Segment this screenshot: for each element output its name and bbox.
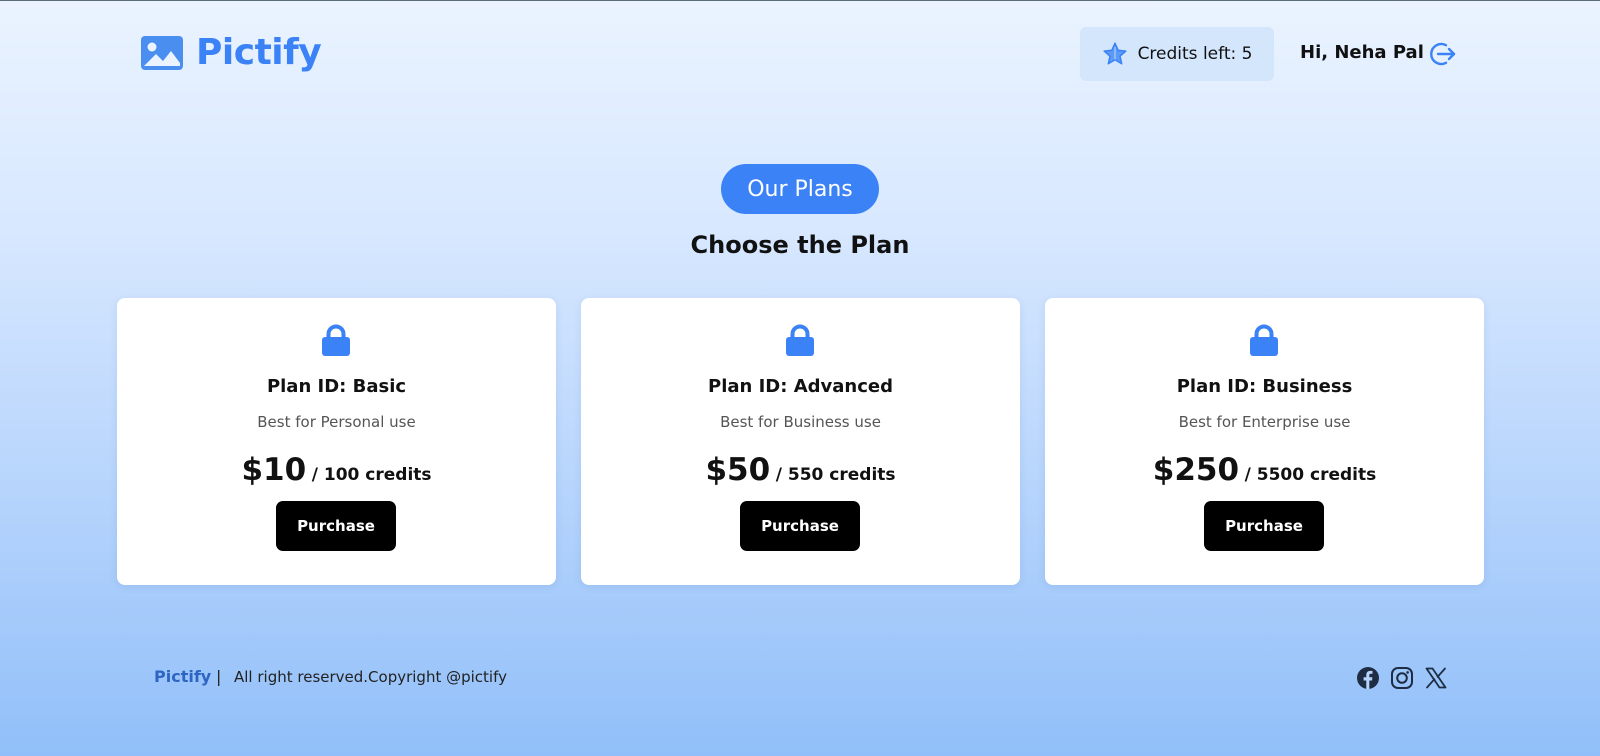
- credits-label: Credits left: 5: [1137, 44, 1253, 64]
- footer-separator: |: [216, 667, 222, 686]
- purchase-button-basic[interactable]: Purchase: [276, 501, 396, 551]
- facebook-icon: [1357, 667, 1379, 689]
- brand-logo[interactable]: Pictify: [140, 32, 322, 73]
- facebook-link[interactable]: [1356, 666, 1380, 690]
- price-credits: / 5500 credits: [1244, 465, 1377, 485]
- lock-icon: [321, 324, 351, 356]
- plan-price: $250 / 5500 credits: [1045, 452, 1484, 488]
- plan-id: Plan ID: Business: [1176, 376, 1353, 397]
- plan-id: Plan ID: Advanced: [708, 376, 893, 397]
- footer-brand[interactable]: Pictify: [154, 667, 211, 686]
- credits-button[interactable]: Credits left: 5: [1080, 27, 1274, 81]
- lock-icon: [1249, 324, 1279, 356]
- logout-button[interactable]: [1429, 40, 1457, 68]
- plan-description: Best for Personal use: [257, 413, 416, 431]
- price-amount: $250: [1152, 452, 1240, 488]
- plan-card-basic: Plan ID: Basic Best for Personal use $10…: [117, 298, 556, 585]
- our-plans-badge: Our Plans: [721, 164, 879, 214]
- plans-list: Plan ID: Basic Best for Personal use $10…: [117, 298, 1484, 585]
- star-icon: [1102, 42, 1127, 65]
- price-credits: / 100 credits: [311, 465, 432, 485]
- purchase-button-advanced[interactable]: Purchase: [740, 501, 860, 551]
- header: Pictify Credits left: 5 Hi, Neha Pal: [0, 1, 1600, 107]
- purchase-button-business[interactable]: Purchase: [1204, 501, 1324, 551]
- plan-price: $50 / 550 credits: [581, 452, 1020, 488]
- plan-id: Plan ID: Basic: [266, 376, 407, 397]
- page-title: Choose the Plan: [690, 231, 910, 259]
- plan-description: Best for Business use: [720, 413, 881, 431]
- x-icon: [1425, 667, 1447, 689]
- price-amount: $50: [705, 452, 771, 488]
- plan-card-advanced: Plan ID: Advanced Best for Business use …: [581, 298, 1020, 585]
- image-icon: [141, 36, 183, 70]
- logout-icon: [1430, 42, 1456, 66]
- footer-copyright: All right reserved.Copyright @pictify: [234, 668, 507, 686]
- instagram-link[interactable]: [1390, 666, 1414, 690]
- brand-name: Pictify: [196, 32, 322, 73]
- price-credits: / 550 credits: [775, 465, 896, 485]
- instagram-icon: [1391, 667, 1413, 689]
- plan-price: $10 / 100 credits: [117, 452, 556, 488]
- plan-description: Best for Enterprise use: [1178, 413, 1351, 431]
- x-link[interactable]: [1424, 666, 1448, 690]
- plan-card-business: Plan ID: Business Best for Enterprise us…: [1045, 298, 1484, 585]
- price-amount: $10: [241, 452, 307, 488]
- user-greeting: Hi, Neha Pal: [1300, 42, 1424, 63]
- lock-icon: [785, 324, 815, 356]
